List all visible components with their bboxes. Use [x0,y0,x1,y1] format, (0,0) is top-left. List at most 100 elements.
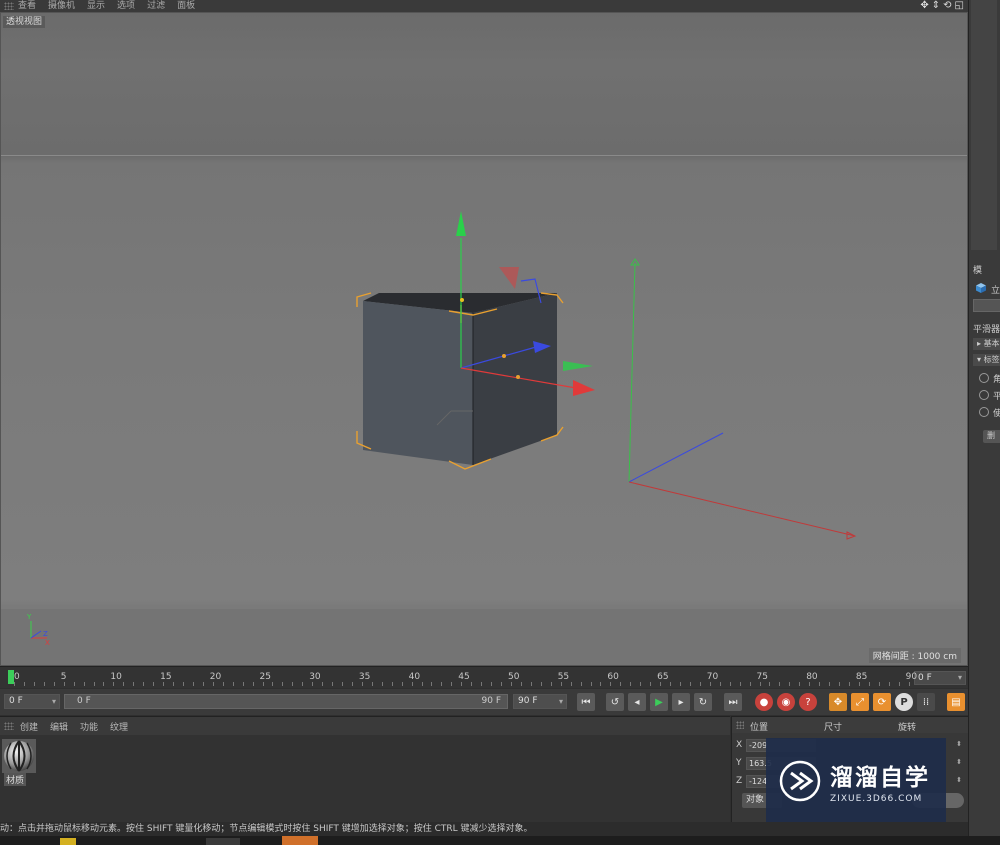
timeline-minor-tick [361,682,363,686]
tab-basic[interactable]: ▸ 基本 [973,338,1000,350]
option-label-1: 角 [993,375,1000,385]
prev-frame-button[interactable]: ◂ [628,693,646,711]
skip-end-icon: ⏭ [728,696,738,708]
gizmo-plane-handle-icon[interactable] [499,267,519,289]
next-key-button[interactable]: ↻ [694,693,712,711]
tab-tag[interactable]: ▾ 标签 [973,354,1000,366]
record-button[interactable]: ● [755,693,773,711]
timeline-minor-tick [163,682,165,686]
timeline-minor-tick [461,682,463,686]
timeline-tick-label: 0 [14,672,20,682]
axis-label-z: Z [736,776,743,786]
current-frame-field[interactable]: 0 F [914,671,966,685]
menu-display[interactable]: 显示 [87,0,105,12]
attribute-mode-label[interactable]: 模 [973,263,982,276]
viewport-menu-bar: 查看 摄像机 显示 选项 过滤 面板 ✥ ⇕ ⟲ ◱ [0,0,968,12]
menu-texture[interactable]: 纹理 [110,720,128,733]
timeline-minor-tick [43,682,45,686]
frame-range-slider[interactable]: 0 F 90 F [64,694,508,709]
range-start-label: 0 F [77,696,91,706]
grip-icon[interactable] [736,721,744,729]
timeline-minor-tick [630,682,632,686]
maximize-icon[interactable]: ◱ [955,0,964,12]
grid-dots-icon: ⁞⁞ [922,696,930,708]
grid-spacing-info: 网格间距 : 1000 cm [868,648,961,663]
menu-panel[interactable]: 面板 [177,0,195,12]
start-frame-field[interactable]: 0 F [4,694,60,709]
material-item[interactable]: 材质 [2,739,36,786]
attribute-button[interactable]: 删 [983,430,1000,443]
rotate-key-button[interactable]: ⟳ [873,693,891,711]
grip-icon[interactable] [4,722,14,730]
dolly-icon[interactable]: ⇕ [932,0,940,12]
scale-key-button[interactable]: ⤢ [851,693,869,711]
go-to-start-button[interactable]: ⏮ [577,693,595,711]
taskbar-app-icon[interactable] [60,838,76,845]
timeline-minor-tick [858,682,860,686]
end-frame-field[interactable]: 90 F [513,694,567,709]
stepper-icon[interactable]: ⬍ [956,758,962,766]
key-help-button[interactable]: ? [799,693,817,711]
radio-option-2[interactable] [979,390,989,400]
radio-option-1[interactable] [979,373,989,383]
cube-front-face [363,301,473,465]
timeline-minor-tick [600,682,602,686]
cinema4d-window: 查看 摄像机 显示 选项 过滤 面板 ✥ ⇕ ⟲ ◱ Y Z X 透视视图 网格… [0,0,1000,845]
timeline-minor-tick [292,682,294,686]
timeline-tick-label: 90 [905,672,918,682]
grip-icon[interactable] [4,2,14,10]
param-key-button[interactable]: P [895,693,913,711]
radio-option-3[interactable] [979,407,989,417]
menu-filter[interactable]: 过滤 [147,0,165,12]
timeline-tick-label: 70 [706,672,719,682]
prev-key-button[interactable]: ↺ [606,693,624,711]
attribute-field[interactable] [973,299,1000,312]
timeline-minor-tick [133,682,135,686]
menu-function[interactable]: 功能 [80,720,98,733]
gizmo-y-handle-icon[interactable] [456,211,466,236]
material-menu-bar: 创建 编辑 功能 纹理 [0,717,730,735]
go-to-end-button[interactable]: ⏭ [724,693,742,711]
option-label-2: 平 [993,392,1000,402]
timeline-minor-tick [679,682,681,686]
watermark: 溜溜自学 ZIXUE.3D66.COM [766,738,946,824]
orbit-icon[interactable]: ⟲ [943,0,951,12]
timeline-minor-tick [908,682,910,686]
timeline-tick-label: 45 [458,672,470,682]
stepper-icon[interactable]: ⬍ [956,776,962,784]
timeline-minor-tick [729,682,731,686]
timeline-window-button[interactable]: ▤ [947,693,965,711]
auto-key-button[interactable]: ◉ [777,693,795,711]
scene-canvas[interactable]: Y Z X [1,13,967,665]
timeline-tick-label: 65 [657,672,669,682]
menu-create[interactable]: 创建 [20,720,38,733]
menu-camera[interactable]: 摄像机 [48,0,75,12]
point-level-button[interactable]: ⁞⁞ [917,693,935,711]
timeline-minor-tick [182,682,184,686]
gizmo-y-rot-icon[interactable] [563,361,593,371]
taskbar-app-icon[interactable] [282,836,318,845]
menu-options[interactable]: 选项 [117,0,135,12]
perspective-viewport[interactable]: Y Z X 透视视图 网格间距 : 1000 cm [0,12,968,666]
taskbar-app-icon[interactable] [206,838,240,845]
next-frame-button[interactable]: ▸ [672,693,690,711]
move-key-button[interactable]: ✥ [829,693,847,711]
object-manager-area [971,0,997,250]
timeline-minor-tick [421,682,423,686]
menu-view[interactable]: 查看 [18,0,36,12]
timeline-ruler[interactable]: 0 F 0 5 10 15 20 25 30 35 40 45 50 55 60 65 70 75 80 85 90 [0,666,968,688]
gizmo-x-handle-icon[interactable] [573,380,595,396]
menu-edit[interactable]: 编辑 [50,720,68,733]
play-button[interactable]: ▶ [650,693,668,711]
stepper-icon[interactable]: ⬍ [956,740,962,748]
timeline-minor-tick [699,682,701,686]
cube-object[interactable] [363,293,557,465]
timeline-minor-tick [530,682,532,686]
timeline-minor-tick [202,682,204,686]
axis-label-x: X [736,740,743,750]
timeline-minor-tick [252,682,254,686]
timeline-tick-label: 20 [209,672,222,682]
timeline-minor-tick [351,682,353,686]
timeline-minor-tick [620,682,622,686]
pan-icon[interactable]: ✥ [920,0,928,12]
